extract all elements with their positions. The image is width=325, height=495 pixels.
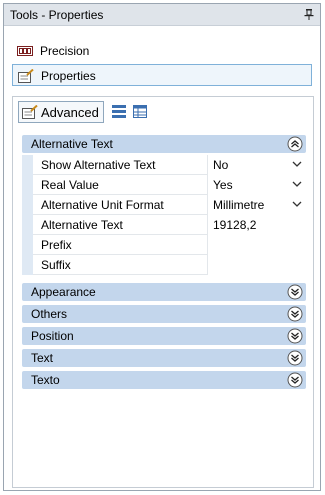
property-value: Yes [213, 178, 233, 192]
group-label: Appearance [31, 285, 96, 299]
nav-item-properties[interactable]: Properties [12, 64, 312, 86]
precision-icon [17, 46, 33, 56]
group-label: Others [31, 307, 68, 321]
chevron-double-down-icon[interactable] [287, 350, 303, 366]
prefix-field[interactable] [207, 235, 306, 255]
property-name: Real Value [41, 178, 99, 192]
group-position[interactable]: Position [22, 327, 306, 345]
nav-item-label: Precision [40, 44, 90, 58]
pin-icon[interactable] [304, 9, 314, 20]
property-name: Alternative Unit Format [41, 198, 164, 212]
panel-toolbar: Advanced [13, 97, 313, 125]
row-gutter [22, 175, 33, 195]
tools-properties-window: Tools - Properties Precision Properties [3, 3, 321, 491]
title-bar: Tools - Properties [4, 4, 320, 26]
advanced-label: Advanced [41, 105, 99, 120]
group-text[interactable]: Text [22, 349, 306, 367]
property-row: Show Alternative Text No [22, 155, 306, 175]
property-row: Real Value Yes [22, 175, 306, 195]
group-label: Alternative Text [31, 137, 113, 151]
group-others[interactable]: Others [22, 305, 306, 323]
group-label: Position [31, 329, 74, 343]
alternative-text-field[interactable]: 19128,2 [207, 215, 306, 235]
property-value: 19128,2 [213, 218, 257, 232]
row-gutter [22, 255, 33, 275]
advanced-icon [22, 105, 38, 119]
properties-panel: Advanced Alternative Text Show Alternati… [12, 96, 314, 488]
property-value: No [213, 158, 229, 172]
suffix-field[interactable] [207, 255, 306, 275]
property-row: Alternative Text 19128,2 [22, 215, 306, 235]
list-view-icon[interactable] [112, 105, 126, 118]
row-gutter [22, 155, 33, 175]
property-name: Prefix [41, 238, 72, 252]
alternative-unit-format-select[interactable]: Millimetre [207, 195, 306, 215]
chevron-down-icon[interactable] [292, 161, 302, 168]
chevron-double-down-icon[interactable] [287, 284, 303, 300]
alternative-text-properties: Show Alternative Text No Real Value Yes … [22, 155, 306, 275]
property-name: Alternative Text [41, 218, 123, 232]
property-name: Show Alternative Text [41, 158, 156, 172]
property-row: Suffix [22, 255, 306, 275]
chevron-down-icon[interactable] [292, 201, 302, 208]
property-row: Alternative Unit Format Millimetre [22, 195, 306, 215]
table-view-icon[interactable] [133, 105, 147, 118]
property-value: Millimetre [213, 198, 265, 212]
properties-icon [18, 69, 34, 83]
chevron-double-up-icon[interactable] [287, 136, 303, 152]
nav-item-precision[interactable]: Precision [12, 40, 312, 62]
window-title: Tools - Properties [10, 8, 104, 22]
show-alternative-text-select[interactable]: No [207, 155, 306, 175]
chevron-down-icon[interactable] [292, 181, 302, 188]
property-name: Suffix [41, 258, 71, 272]
group-alternative-text[interactable]: Alternative Text [22, 135, 306, 153]
real-value-select[interactable]: Yes [207, 175, 306, 195]
group-texto[interactable]: Texto [22, 371, 306, 389]
group-label: Text [31, 351, 54, 365]
chevron-double-down-icon[interactable] [287, 372, 303, 388]
row-gutter [22, 215, 33, 235]
row-gutter [22, 235, 33, 255]
chevron-double-down-icon[interactable] [287, 328, 303, 344]
group-label: Texto [31, 373, 60, 387]
property-row: Prefix [22, 235, 306, 255]
nav-item-label: Properties [41, 69, 96, 83]
chevron-double-down-icon[interactable] [287, 306, 303, 322]
row-gutter [22, 195, 33, 215]
group-appearance[interactable]: Appearance [22, 283, 306, 301]
advanced-button[interactable]: Advanced [18, 101, 104, 123]
